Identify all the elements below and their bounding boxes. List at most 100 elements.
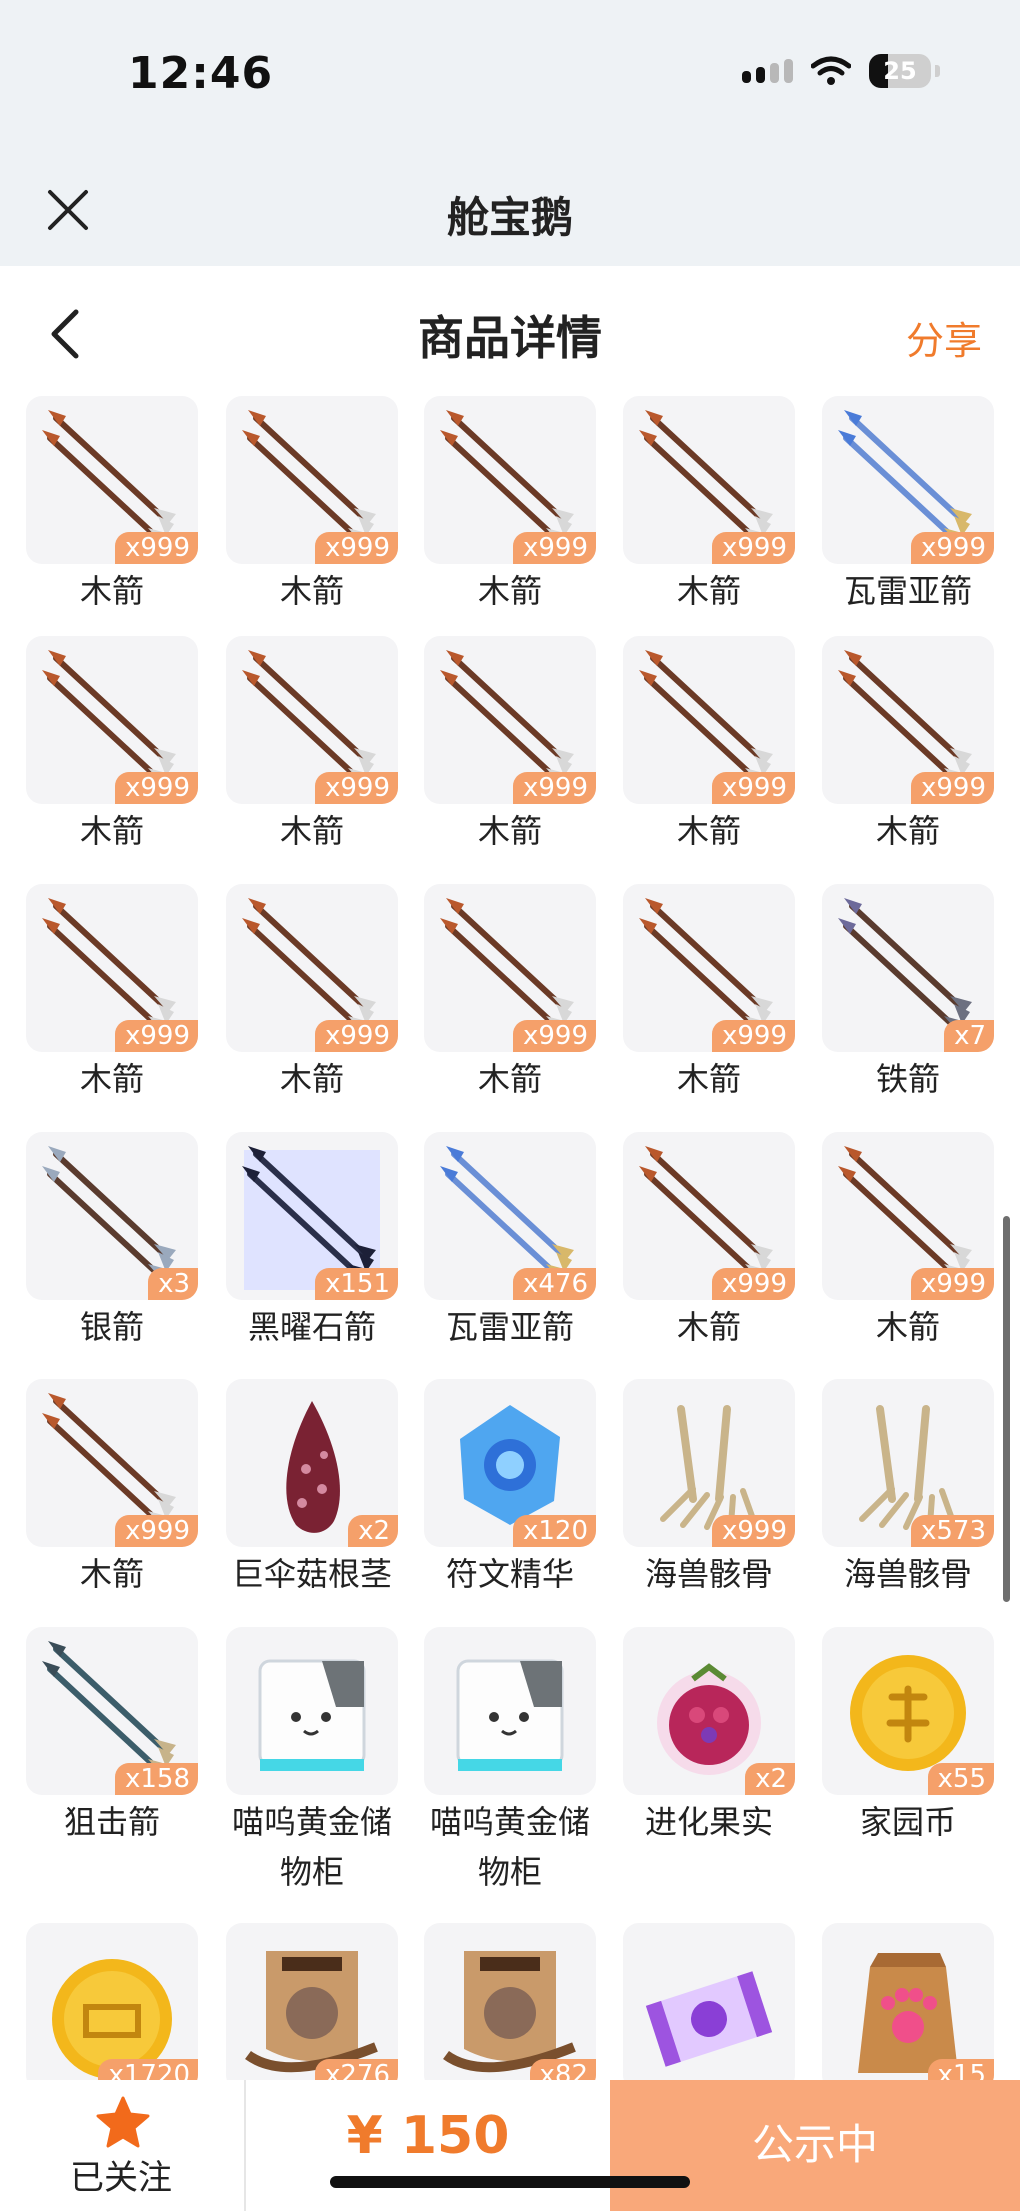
item-quantity-badge: x276 <box>314 2059 398 2080</box>
item-thumbnail: x999 <box>623 636 795 804</box>
item-quantity-badge: x573 <box>910 1515 994 1547</box>
item-card[interactable]: x999 木箭 <box>822 636 994 856</box>
item-thumbnail: x999 <box>822 396 994 564</box>
item-thumbnail: x999 <box>822 636 994 804</box>
item-quantity-badge: x999 <box>711 1268 795 1300</box>
item-name: 木箭 <box>79 812 144 850</box>
item-card[interactable]: 喵呜黄金储物柜 <box>424 1627 596 1897</box>
item-card[interactable]: x55 家园币 <box>822 1627 994 1847</box>
item-name: 家园币 <box>859 1803 956 1841</box>
item-card[interactable]: x1720 <box>26 1923 198 2080</box>
item-card[interactable]: x999 木箭 <box>226 396 398 616</box>
item-card[interactable]: x999 木箭 <box>26 1379 198 1599</box>
item-name: 木箭 <box>875 812 940 850</box>
item-name: 喵呜黄金储物柜 <box>429 1803 590 1891</box>
item-quantity-badge: x999 <box>711 1020 795 1052</box>
item-card[interactable]: x15 <box>822 1923 994 2080</box>
item-card[interactable]: x999 木箭 <box>226 636 398 856</box>
item-card[interactable]: 喵呜黄金储物柜 <box>226 1627 398 1897</box>
item-card[interactable]: x999 木箭 <box>226 884 398 1104</box>
item-card[interactable]: x999 木箭 <box>623 396 795 616</box>
item-thumbnail: x999 <box>623 396 795 564</box>
item-quantity-badge: x999 <box>711 1515 795 1547</box>
cat-locker-icon <box>258 1659 366 1771</box>
home-indicator <box>330 2176 690 2188</box>
item-quantity-badge: x999 <box>114 532 198 564</box>
item-thumbnail: x120 <box>424 1379 596 1547</box>
app-header: 12:46 25 舱宝鹅 <box>0 0 1020 266</box>
item-thumbnail: x7 <box>822 884 994 1052</box>
item-name: 木箭 <box>279 1060 344 1098</box>
item-card[interactable]: x2 巨伞菇根茎 <box>226 1379 398 1599</box>
gold-coin-icon <box>52 1959 172 2079</box>
item-name: 木箭 <box>676 1060 741 1098</box>
share-button[interactable]: 分享 <box>906 310 982 365</box>
item-thumbnail: x999 <box>226 636 398 804</box>
app-title: 舱宝鹅 <box>446 193 573 242</box>
publicity-status-button[interactable]: 公示中 <box>610 2080 1020 2211</box>
item-quantity-badge: x158 <box>114 1763 198 1795</box>
cat-locker-icon <box>456 1659 564 1771</box>
item-thumbnail: x3 <box>26 1132 198 1300</box>
item-quantity-badge: x7 <box>944 1020 994 1052</box>
item-card[interactable]: x120 符文精华 <box>424 1379 596 1599</box>
item-card[interactable]: x999 木箭 <box>623 636 795 856</box>
item-quantity-badge: x999 <box>114 772 198 804</box>
page-title: 商品详情 <box>418 311 602 365</box>
item-card[interactable]: x2 进化果实 <box>623 1627 795 1847</box>
item-quantity-badge: x3 <box>148 1268 198 1300</box>
item-thumbnail: x55 <box>822 1627 994 1795</box>
item-quantity-badge: x151 <box>314 1268 398 1300</box>
page-navbar: 商品详情 分享 <box>0 266 1020 396</box>
item-quantity-badge: x999 <box>711 532 795 564</box>
item-name: 海兽骸骨 <box>644 1555 773 1593</box>
item-card[interactable]: x999 瓦雷亚箭 <box>822 396 994 616</box>
item-card[interactable]: x7 铁箭 <box>822 884 994 1104</box>
item-card[interactable]: x999 木箭 <box>623 884 795 1104</box>
item-name: 狙击箭 <box>63 1803 160 1841</box>
item-quantity-badge: x999 <box>512 772 596 804</box>
item-card[interactable]: x151 黑曜石箭 <box>226 1132 398 1352</box>
item-quantity-badge: x82 <box>529 2059 596 2080</box>
scrollbar[interactable] <box>1003 1216 1010 1602</box>
item-card[interactable]: x999 木箭 <box>623 1132 795 1352</box>
item-card[interactable]: x476 瓦雷亚箭 <box>424 1132 596 1352</box>
item-quantity-badge: x999 <box>314 532 398 564</box>
item-quantity-badge: x999 <box>711 772 795 804</box>
item-quantity-badge: x476 <box>512 1268 596 1300</box>
item-quantity-badge: x999 <box>910 532 994 564</box>
item-card[interactable]: x573 海兽骸骨 <box>822 1379 994 1599</box>
item-name: 木箭 <box>875 1308 940 1346</box>
item-card[interactable]: x999 木箭 <box>424 884 596 1104</box>
item-thumbnail: x999 <box>226 396 398 564</box>
item-card[interactable]: x82 <box>424 1923 596 2080</box>
item-thumbnail: x276 <box>226 1923 398 2080</box>
item-thumbnail: x2 <box>226 1379 398 1547</box>
item-thumbnail: x999 <box>623 1132 795 1300</box>
follow-button[interactable]: 已关注 <box>0 2080 242 2211</box>
item-thumbnail: x999 <box>26 884 198 1052</box>
item-thumbnail <box>424 1627 596 1795</box>
item-name: 符文精华 <box>445 1555 574 1593</box>
status-icons: 25 <box>742 54 940 88</box>
item-card[interactable]: x999 木箭 <box>822 1132 994 1352</box>
item-card[interactable]: x999 木箭 <box>26 396 198 616</box>
item-card[interactable]: x999 木箭 <box>26 884 198 1104</box>
item-name: 瓦雷亚箭 <box>843 572 972 610</box>
item-card[interactable]: x276 <box>226 1923 398 2080</box>
item-thumbnail: x151 <box>226 1132 398 1300</box>
paw-bag-icon <box>858 1953 958 2073</box>
item-card[interactable] <box>623 1923 795 2080</box>
item-quantity-badge: x999 <box>910 772 994 804</box>
item-card[interactable]: x999 木箭 <box>424 636 596 856</box>
battery-tip <box>935 65 940 77</box>
item-thumbnail: x573 <box>822 1379 994 1547</box>
item-card[interactable]: x3 银箭 <box>26 1132 198 1352</box>
item-quantity-badge: x999 <box>512 532 596 564</box>
item-name: 木箭 <box>79 1555 144 1593</box>
item-card[interactable]: x999 木箭 <box>424 396 596 616</box>
item-card[interactable]: x999 海兽骸骨 <box>623 1379 795 1599</box>
item-thumbnail: x1720 <box>26 1923 198 2080</box>
item-card[interactable]: x999 木箭 <box>26 636 198 856</box>
item-card[interactable]: x158 狙击箭 <box>26 1627 198 1847</box>
